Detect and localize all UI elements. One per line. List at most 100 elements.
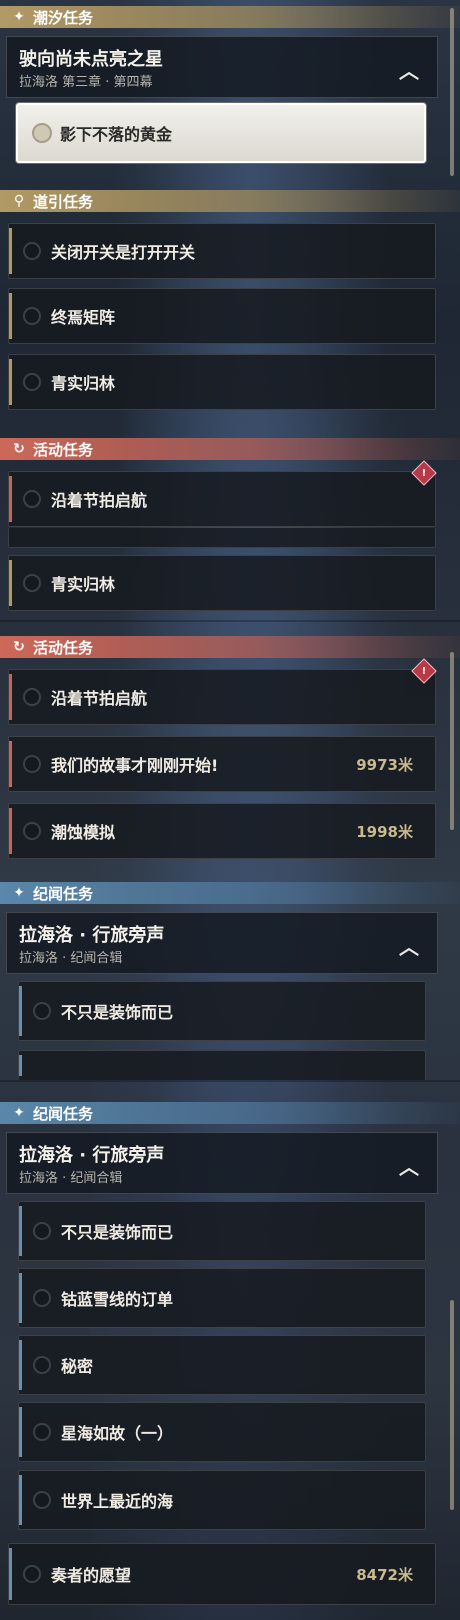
quest-item[interactable]: 青实归林 [8,555,436,611]
group-title: 拉海洛 · 行旅旁声 [19,925,165,946]
chevron-up-icon[interactable]: ︿ [399,55,419,84]
quest-status-icon [23,373,41,391]
quest-label: 奏者的愿望 [51,1566,132,1585]
accent-bar [9,359,12,405]
quest-item[interactable]: 秘密 [18,1335,426,1395]
quest-item-partial [8,528,436,548]
quest-label: 青实归林 [51,374,116,393]
section-header-label: 潮汐任务 [33,8,94,27]
quest-item[interactable]: 青实归林 [8,354,436,410]
quest-label: 我们的故事才刚刚开始! [51,756,219,775]
quest-status-icon [33,1356,51,1374]
group-subtitle: 拉海洛 · 纪闻合辑 [19,951,123,966]
quest-item[interactable]: 关闭开关是打开开关 [8,223,436,279]
accent-bar [9,560,12,606]
quest-status-icon [23,822,41,840]
quest-status-icon [32,123,52,143]
quest-item[interactable]: 终焉矩阵 [8,288,436,344]
accent-bar [9,293,12,339]
section-event-quests: ↻ 活动任务 [0,438,460,460]
section-header-label: 纪闻任务 [33,884,94,903]
quest-label: 潮蚀模拟 [51,823,116,842]
accent-bar [19,1273,22,1323]
chevron-up-icon[interactable]: ︿ [399,1151,419,1180]
quest-item[interactable]: 我们的故事才刚刚开始! 9973米 [8,736,436,792]
section-header: ↻ 活动任务 [0,636,460,658]
group-subtitle: 拉海洛 · 纪闻合辑 [19,1171,123,1186]
group-subtitle: 拉海洛 第三章 · 第四幕 [19,75,153,90]
section-header-label: 纪闻任务 [33,1104,94,1123]
quest-item[interactable]: 沿着节拍启航 ! [8,460,437,527]
distance-label: 9973米 [356,755,413,774]
quest-status-icon [23,574,41,592]
quest-group[interactable]: 驶向尚未点亮之星 拉海洛 第三章 · 第四幕 ︿ [6,36,438,98]
quest-label: 钴蓝雪线的订单 [61,1290,174,1309]
alert-icon: ! [411,460,437,486]
section-header-label: 活动任务 [33,440,94,459]
quest-status-icon [33,1222,51,1240]
section-guide-quests: ⚲ 道引任务 [0,190,460,212]
quest-status-icon [23,1565,41,1583]
divider [0,1080,460,1082]
section-event-quests: ↻ 活动任务 [0,636,460,658]
accent-bar [19,1055,22,1076]
quest-item[interactable]: 奏者的愿望 8472米 [8,1543,436,1605]
quest-item[interactable]: 不只是装饰而已 [18,1201,426,1261]
quest-item[interactable]: 星海如故（一） [18,1402,426,1462]
section-header: ↻ 活动任务 [0,438,460,460]
quest-status-icon [23,307,41,325]
star-icon: ✦ [13,9,25,25]
distance-label: 1998米 [356,822,413,841]
divider [0,620,460,622]
group-title: 拉海洛 · 行旅旁声 [19,1145,165,1166]
star-icon: ✦ [13,1105,25,1121]
selected-quest-item[interactable]: 影下不落的黄金 [16,103,426,163]
quest-status-icon [33,1289,51,1307]
accent-bar [9,228,12,274]
section-header-label: 活动任务 [33,638,94,657]
quest-group[interactable]: 拉海洛 · 行旅旁声 拉海洛 · 纪闻合辑 ︿ [6,1132,438,1194]
scrollbar[interactable] [450,1300,454,1510]
event-icon: ↻ [13,441,25,457]
quest-label: 不只是装饰而已 [61,1223,174,1242]
quest-label: 沿着节拍启航 [51,689,148,708]
accent-bar [9,808,12,854]
section-chronicle-quests: ✦ 纪闻任务 [0,882,460,904]
section-tidal-quests: ✦ 潮汐任务 [0,6,460,28]
accent-bar [9,1548,12,1600]
quest-status-icon [33,1491,51,1509]
quest-item[interactable]: 钴蓝雪线的订单 [18,1268,426,1328]
section-header: ✦ 纪闻任务 [0,1102,460,1124]
scrollbar[interactable] [450,8,454,176]
group-title: 驶向尚未点亮之星 [19,49,163,70]
quest-item[interactable]: 潮蚀模拟 1998米 [8,803,436,859]
chevron-up-icon[interactable]: ︿ [399,931,419,960]
section-header: ✦ 潮汐任务 [0,6,460,28]
accent-bar [9,476,12,522]
event-icon: ↻ [13,639,25,655]
quest-label: 世界上最近的海 [61,1492,174,1511]
accent-bar [19,1206,22,1256]
accent-bar [9,741,12,787]
quest-group[interactable]: 拉海洛 · 行旅旁声 拉海洛 · 纪闻合辑 ︿ [6,912,438,974]
accent-bar [19,1340,22,1390]
section-header: ✦ 纪闻任务 [0,882,460,904]
quest-label: 不只是装饰而已 [61,1003,174,1022]
section-header: ⚲ 道引任务 [0,190,460,212]
quest-status-icon [23,490,41,508]
quest-status-icon [33,1423,51,1441]
quest-label: 关闭开关是打开开关 [51,243,196,262]
quest-label: 秘密 [61,1357,94,1376]
scrollbar[interactable] [450,652,454,830]
accent-bar [19,1407,22,1457]
section-chronicle-quests: ✦ 纪闻任务 [0,1102,460,1124]
distance-label: 8472米 [356,1565,413,1584]
accent-bar [9,674,12,720]
quest-item[interactable]: 不只是装饰而已 [18,981,426,1041]
quest-label: 影下不落的黄金 [60,125,173,144]
quest-item[interactable]: 世界上最近的海 [18,1470,426,1530]
location-pin-icon: ⚲ [13,193,25,209]
quest-label: 星海如故（一） [61,1424,174,1443]
quest-status-icon [23,688,41,706]
quest-item[interactable]: 沿着节拍启航 ! [8,658,437,725]
